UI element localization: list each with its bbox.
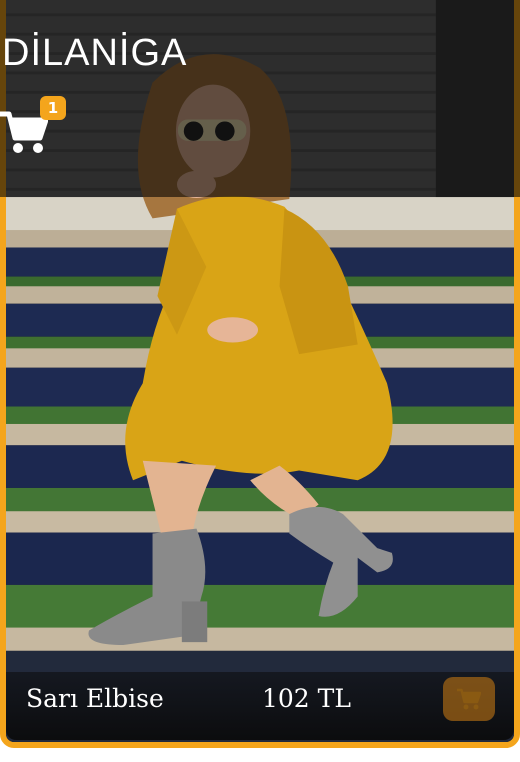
- site-header: DİLANİGA 1: [0, 0, 520, 197]
- shopping-cart-icon: [457, 688, 481, 710]
- add-to-cart-button[interactable]: [443, 677, 495, 721]
- product-name: Sarı Elbise: [26, 684, 164, 713]
- brand-logo[interactable]: DİLANİGA: [2, 32, 187, 75]
- product-price: 102 TL: [262, 684, 351, 713]
- product-info-bar: Sarı Elbise 102 TL: [6, 672, 514, 740]
- cart-count-badge: 1: [40, 96, 66, 120]
